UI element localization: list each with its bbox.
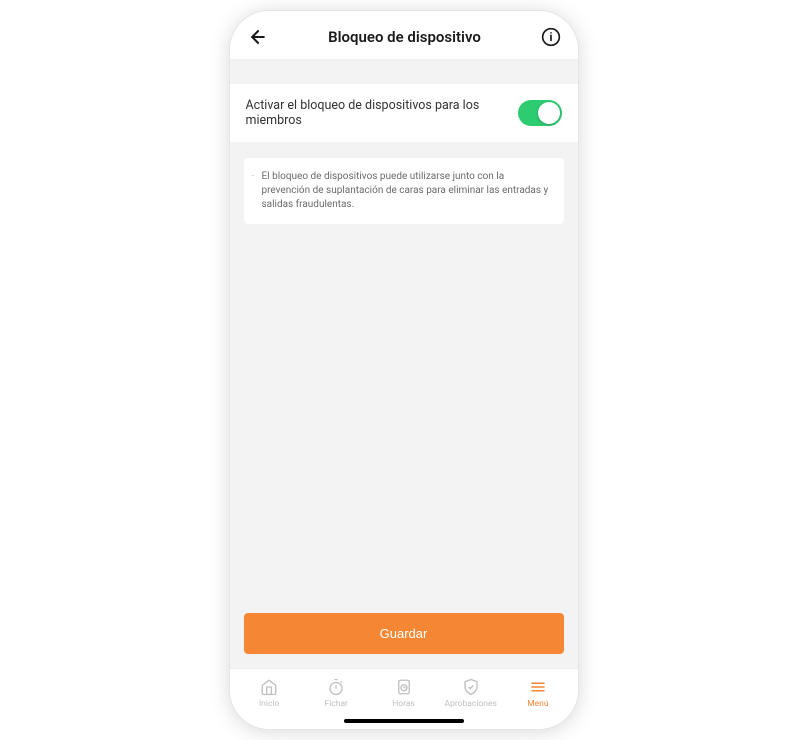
save-button[interactable]: Guardar <box>244 613 564 654</box>
timesheet-icon <box>394 677 414 697</box>
nav-label: Inicio <box>259 699 279 709</box>
nav-label: Aprobaciones <box>445 699 497 709</box>
back-button[interactable] <box>246 25 270 49</box>
info-icon <box>541 27 561 47</box>
shield-check-icon <box>461 677 481 697</box>
nav-label: Menú <box>527 699 548 709</box>
menu-icon <box>528 677 548 697</box>
phone-frame: Bloqueo de dispositivo Activar el bloque… <box>229 10 579 730</box>
nav-label: Horas <box>392 699 415 709</box>
switch-knob <box>538 102 560 124</box>
nav-item-inicio[interactable]: Inicio <box>236 677 303 709</box>
save-button-wrap: Guardar <box>230 613 578 668</box>
info-card-text: El bloqueo de dispositivos puede utiliza… <box>262 170 550 212</box>
home-icon <box>259 677 279 697</box>
arrow-left-icon <box>248 27 268 47</box>
device-lock-toggle[interactable] <box>518 100 562 126</box>
toggle-row: Activar el bloqueo de dispositivos para … <box>230 84 578 142</box>
bottom-nav: Inicio Fichar Horas Aprobaciones Menú <box>230 668 578 713</box>
page-title: Bloqueo de dispositivo <box>270 28 540 46</box>
spacer <box>230 224 578 613</box>
nav-item-aprobaciones[interactable]: Aprobaciones <box>437 677 504 709</box>
toggle-label: Activar el bloqueo de dispositivos para … <box>246 98 518 128</box>
nav-item-fichar[interactable]: Fichar <box>303 677 370 709</box>
home-indicator <box>344 719 464 723</box>
nav-item-horas[interactable]: Horas <box>370 677 437 709</box>
header: Bloqueo de dispositivo <box>230 11 578 60</box>
info-card: El bloqueo de dispositivos puede utiliza… <box>244 158 564 224</box>
stopwatch-icon <box>326 677 346 697</box>
spacer <box>230 60 578 84</box>
nav-item-menu[interactable]: Menú <box>504 677 571 709</box>
info-button[interactable] <box>540 26 562 48</box>
nav-label: Fichar <box>325 699 348 709</box>
content: Activar el bloqueo de dispositivos para … <box>230 60 578 668</box>
